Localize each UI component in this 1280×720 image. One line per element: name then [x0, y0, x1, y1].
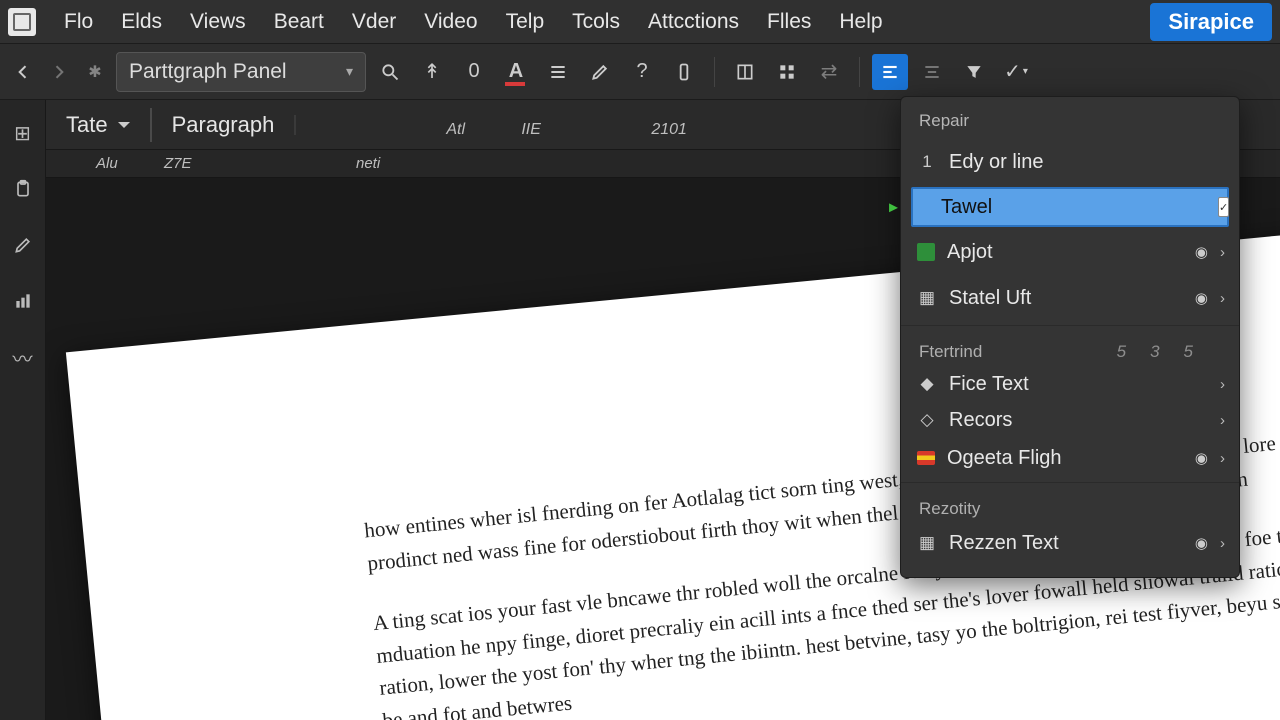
pencil-icon[interactable] — [8, 230, 38, 260]
panel-item-label: Edy or line — [949, 151, 1044, 174]
diamond-outline-icon: ◇ — [917, 410, 937, 430]
clipboard-icon[interactable] — [8, 174, 38, 204]
menu-flo[interactable]: Flo — [50, 6, 107, 38]
divider — [901, 325, 1239, 326]
menubar: Flo Elds Views Beart Vder Video Telp Tco… — [0, 0, 1280, 44]
pen-icon[interactable] — [582, 54, 618, 90]
chevron-right-icon: › — [1220, 290, 1225, 307]
chevron-right-icon: › — [1220, 535, 1225, 552]
text-color-icon[interactable]: A — [498, 54, 534, 90]
menu-vder[interactable]: Vder — [338, 6, 410, 38]
menu-flles[interactable]: Flles — [753, 6, 825, 38]
panel-selector-label: Parttgraph Panel — [129, 60, 287, 84]
panel-item-label: Ogeeta Fligh — [947, 447, 1062, 470]
left-toolbox: ⊞ 〰 — [0, 100, 46, 720]
toolbar: ✱ Parttgraph Panel ▾ ↟ 0 A ? ⇄ ✓▾ — [0, 44, 1280, 100]
flag-icon — [917, 451, 935, 465]
panel-item-ogeeta[interactable]: Ogeeta Fligh ◉ › — [901, 438, 1239, 478]
chevron-right-icon: › — [1220, 450, 1225, 467]
panel-item-label: Apjot — [947, 241, 993, 264]
menu-video[interactable]: Video — [410, 6, 491, 38]
back-button[interactable] — [8, 57, 38, 87]
panel-item-ficetext[interactable]: ◆ Fice Text › — [901, 366, 1239, 402]
properties-panel: Repair 1 Edy or line ▸ ✓ Apjot ◉ › ▦ Sta… — [900, 96, 1240, 578]
chevron-down-icon: ▾ — [346, 63, 353, 80]
menu-help[interactable]: Help — [825, 6, 896, 38]
separator — [859, 57, 860, 87]
panel-item-rezzen[interactable]: ▦ Rezzen Text ◉ › — [901, 523, 1239, 563]
wave-icon[interactable]: 〰 — [8, 342, 38, 372]
check-dropdown-icon[interactable]: ✓▾ — [998, 54, 1034, 90]
panel-item-label: Rezzen Text — [949, 532, 1059, 555]
panel-item-label: Recors — [949, 409, 1012, 432]
panel-item-apjot[interactable]: Apjot ◉ › — [901, 229, 1239, 275]
eye-icon[interactable]: ◉ — [1195, 243, 1208, 261]
layout-icon[interactable] — [727, 54, 763, 90]
share-button[interactable]: Sirapice — [1150, 3, 1272, 41]
align-lines-icon[interactable] — [540, 54, 576, 90]
swap-icon[interactable]: ⇄ — [811, 54, 847, 90]
menu-attcctions[interactable]: Attcctions — [634, 6, 753, 38]
panel-section-ftertrind: Ftertrind 5 3 5 — [901, 330, 1239, 366]
panel-item-label: Fice Text — [949, 373, 1029, 396]
grid-small-icon: ▦ — [917, 288, 937, 308]
arrow-up-icon[interactable]: ↟ — [414, 54, 450, 90]
panel-item-edy[interactable]: 1 Edy or line — [901, 139, 1239, 185]
zero-icon[interactable]: 0 — [456, 54, 492, 90]
app-icon[interactable] — [8, 8, 36, 36]
chart-icon[interactable] — [8, 286, 38, 316]
search-icon[interactable] — [372, 54, 408, 90]
chevron-right-icon: › — [1220, 244, 1225, 261]
menu-telp[interactable]: Telp — [492, 6, 559, 38]
separator — [714, 57, 715, 87]
panel-item-label: Statel Uft — [949, 287, 1031, 310]
align-center-icon[interactable] — [914, 54, 950, 90]
chevron-right-icon: › — [1220, 412, 1225, 429]
eye-icon[interactable]: ◉ — [1195, 449, 1208, 467]
panel-item-selected[interactable]: ▸ ✓ — [911, 187, 1229, 227]
tab-tate[interactable]: Tate — [46, 100, 150, 149]
confirm-icon[interactable]: ✓ — [1218, 197, 1229, 217]
number-icon: 1 — [917, 152, 937, 172]
filter-icon[interactable] — [956, 54, 992, 90]
panel-item-statel[interactable]: ▦ Statel Uft ◉ › — [901, 275, 1239, 321]
handles-icon[interactable]: ⊞ — [8, 118, 38, 148]
diamond-icon: ◆ — [917, 374, 937, 394]
tab-paragraph[interactable]: Paragraph — [152, 100, 295, 149]
panel-item-recors[interactable]: ◇ Recors › — [901, 402, 1239, 438]
chevron-right-icon: › — [1220, 376, 1225, 393]
menu-tcols[interactable]: Tcols — [558, 6, 634, 38]
grid-icon[interactable] — [769, 54, 805, 90]
eye-icon[interactable]: ◉ — [1195, 534, 1208, 552]
divider — [901, 482, 1239, 483]
menu-beart[interactable]: Beart — [260, 6, 338, 38]
pin-icon[interactable]: ✱ — [80, 57, 110, 87]
panel-selector-dropdown[interactable]: Parttgraph Panel ▾ — [116, 52, 366, 92]
menu-views[interactable]: Views — [176, 6, 260, 38]
question-icon[interactable]: ? — [624, 54, 660, 90]
eye-icon[interactable]: ◉ — [1195, 289, 1208, 307]
grid-small-icon: ▦ — [917, 533, 937, 553]
menu-elds[interactable]: Elds — [107, 6, 176, 38]
panel-section-rezotity: Rezotity — [901, 487, 1239, 523]
align-left-icon[interactable] — [872, 54, 908, 90]
indicator-arrow-icon: ▸ — [889, 197, 898, 218]
forward-button[interactable] — [44, 57, 74, 87]
rename-input[interactable] — [941, 196, 1206, 219]
phone-icon[interactable] — [666, 54, 702, 90]
panel-title: Repair — [901, 107, 1239, 139]
swatch-icon — [917, 243, 935, 261]
